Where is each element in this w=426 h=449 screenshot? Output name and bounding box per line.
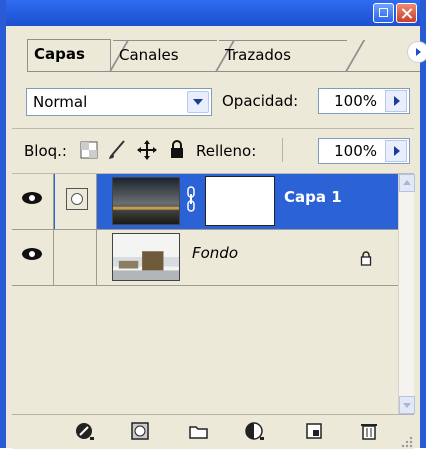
scroll-up-icon[interactable] (399, 174, 415, 192)
visibility-toggle[interactable] (12, 230, 54, 285)
link-layers-icon[interactable] (74, 421, 96, 441)
divider (282, 138, 283, 162)
adjustment-layer-icon[interactable] (244, 421, 266, 441)
eye-icon (22, 248, 42, 260)
tab-trazados[interactable]: Trazados (219, 40, 347, 71)
resize-grip-icon[interactable] (400, 435, 414, 449)
add-mask-icon[interactable] (130, 421, 152, 441)
panel-menu-icon[interactable] (408, 42, 426, 62)
lock-icon (360, 251, 372, 266)
fill-slider-arrow-icon[interactable] (385, 140, 407, 162)
layer-name[interactable]: Capa 1 (284, 188, 342, 206)
eye-icon (22, 192, 42, 204)
layer-thumbnail[interactable] (112, 233, 180, 281)
lock-all-icon[interactable] (168, 139, 186, 161)
lock-move-icon[interactable] (136, 139, 158, 161)
layer-name[interactable]: Fondo (192, 244, 238, 262)
layers-scrollbar[interactable] (398, 174, 415, 414)
new-layer-icon[interactable] (304, 421, 326, 441)
panel-titlebar (6, 0, 420, 26)
lock-fill-row: Bloq.: Relleno: 100% (12, 129, 414, 174)
opacity-value: 100% (334, 92, 377, 110)
blend-mode-value: Normal (33, 93, 88, 111)
scroll-down-icon[interactable] (399, 396, 415, 414)
layer-thumbnail[interactable] (112, 177, 180, 225)
fill-value: 100% (334, 142, 377, 160)
layer-row[interactable]: Fondo (12, 230, 398, 286)
blend-opacity-row: Normal Opacidad: 100% (12, 72, 414, 129)
opacity-field[interactable]: 100% (318, 88, 410, 114)
lock-label: Bloq.: (24, 142, 67, 160)
lock-brush-icon[interactable] (106, 139, 128, 161)
fill-label: Relleno: (196, 142, 257, 160)
close-button[interactable] (396, 3, 417, 23)
layers-panel: Capas Canales Trazados Normal Opacidad: … (0, 0, 426, 449)
new-group-icon[interactable] (188, 421, 210, 441)
minimize-button[interactable] (373, 3, 394, 23)
layers-list: Capa 1 Fondo (12, 174, 398, 414)
layer-link-cell[interactable] (55, 230, 97, 285)
mask-thumbnail[interactable] (205, 176, 275, 226)
mask-icon (66, 188, 88, 210)
bottom-toolbar (12, 414, 414, 449)
fill-field[interactable]: 100% (318, 138, 410, 164)
blend-mode-select[interactable]: Normal (26, 88, 212, 116)
tab-bar: Capas Canales Trazados (12, 26, 426, 72)
opacity-slider-arrow-icon[interactable] (385, 90, 407, 112)
opacity-label: Opacidad: (222, 92, 299, 110)
tab-capas[interactable]: Capas (27, 39, 111, 72)
tab-separator (344, 40, 366, 72)
visibility-toggle[interactable] (12, 174, 54, 229)
lock-transparent-icon[interactable] (80, 141, 98, 159)
chevron-down-icon[interactable] (187, 91, 209, 113)
tab-canales[interactable]: Canales (113, 40, 217, 71)
layer-row[interactable]: Capa 1 (12, 174, 398, 230)
chain-link-icon[interactable] (186, 186, 196, 212)
trash-icon[interactable] (358, 421, 380, 441)
layer-mask-indicator[interactable] (55, 174, 97, 229)
